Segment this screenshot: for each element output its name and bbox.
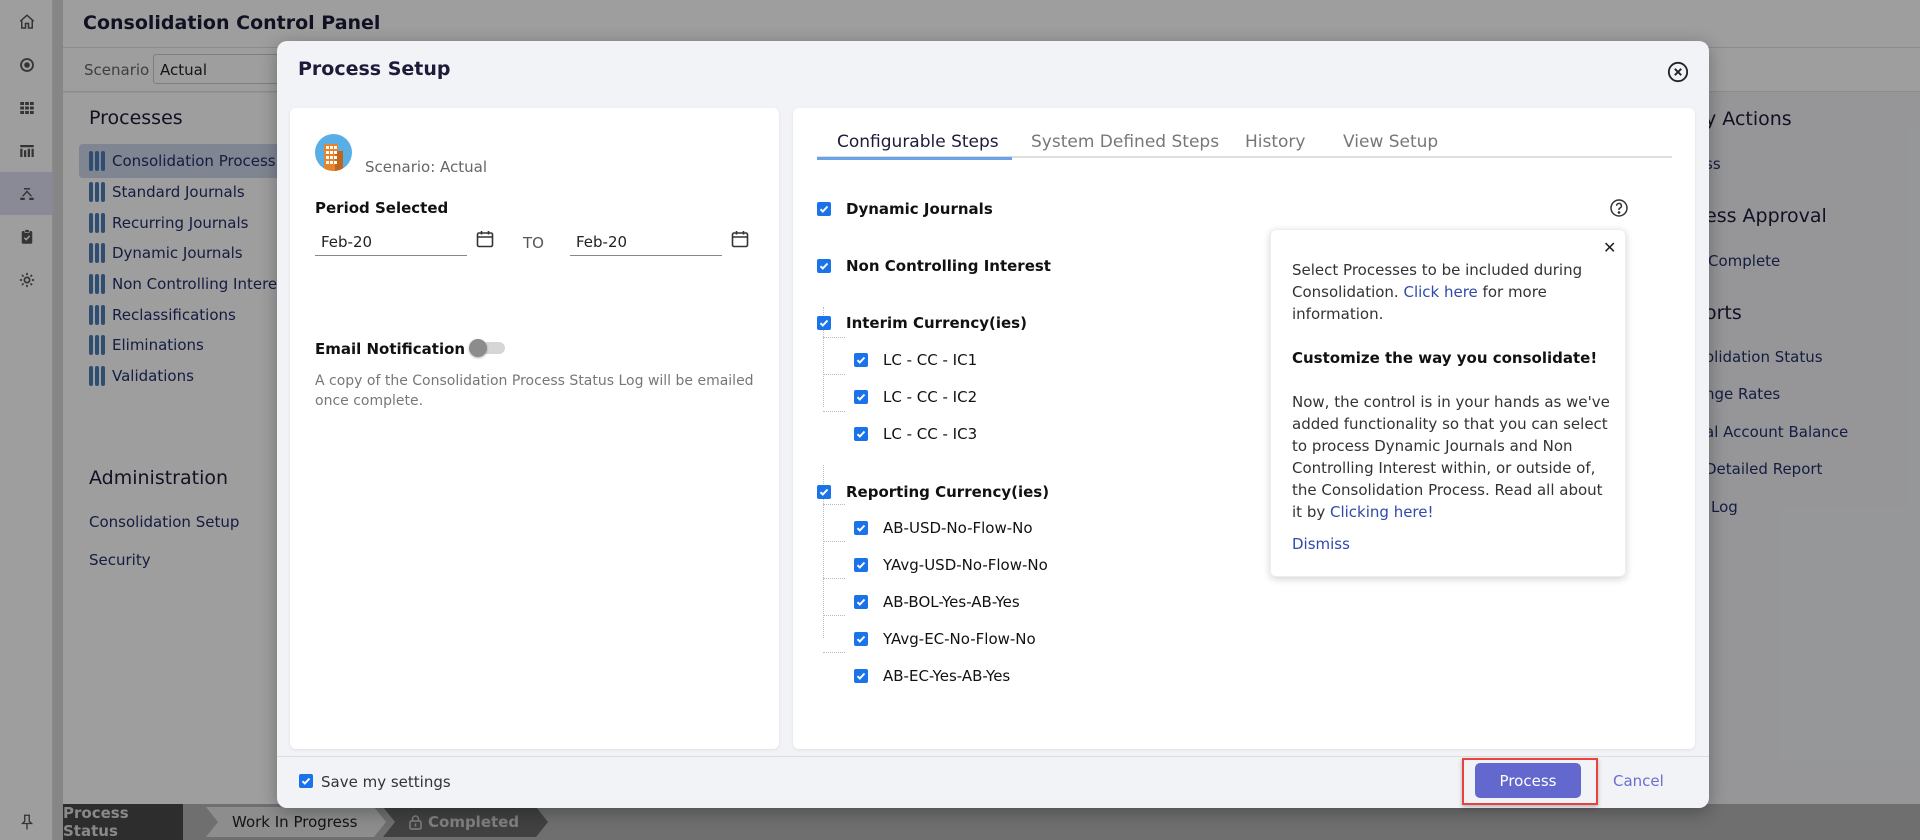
dialog-title: Process Setup: [298, 58, 451, 80]
step-checkbox[interactable]: [817, 202, 831, 216]
period-to-input[interactable]: Feb-20: [570, 228, 722, 256]
calendar-icon[interactable]: [730, 229, 750, 249]
substep-label: LC - CC - IC3: [883, 425, 978, 443]
check-icon: [819, 319, 829, 327]
step-checkbox[interactable]: [817, 259, 831, 273]
tree-line: [823, 541, 845, 542]
dialog-footer: Save my settings Process Cancel: [277, 756, 1709, 808]
help-icon[interactable]: [1609, 198, 1629, 218]
tree-line: [823, 652, 845, 653]
check-icon: [856, 393, 866, 401]
substep-checkbox[interactable]: [854, 595, 868, 609]
save-settings-label: Save my settings: [321, 773, 451, 791]
check-icon: [819, 205, 829, 213]
active-tab-indicator: [817, 157, 1012, 160]
save-settings-checkbox[interactable]: [299, 774, 313, 788]
tree-line: [823, 374, 845, 375]
close-dialog-icon[interactable]: [1667, 61, 1689, 83]
entity-avatar: [315, 134, 352, 171]
check-icon: [856, 672, 866, 680]
period-selected-label: Period Selected: [315, 199, 449, 217]
step-label: Reporting Currency(ies): [846, 483, 1050, 501]
step-checkbox[interactable]: [817, 485, 831, 499]
tree-line: [823, 504, 845, 505]
popover-close-icon[interactable]: ✕: [1603, 238, 1616, 257]
substep-checkbox[interactable]: [854, 669, 868, 683]
popover-text: Now, the control is in your hands as we'…: [1292, 393, 1610, 521]
check-icon: [819, 488, 829, 496]
substep-label: AB-USD-No-Flow-No: [883, 519, 1033, 537]
substep-checkbox[interactable]: [854, 353, 868, 367]
click-here-link[interactable]: Click here: [1403, 283, 1477, 301]
check-icon: [856, 561, 866, 569]
substep-checkbox[interactable]: [854, 390, 868, 404]
check-icon: [856, 524, 866, 532]
step-label: Interim Currency(ies): [846, 314, 1027, 332]
tree-line: [823, 615, 845, 616]
tree-line: [823, 337, 845, 338]
check-icon: [856, 356, 866, 364]
cancel-button[interactable]: Cancel: [1613, 772, 1664, 790]
tab-system-defined-steps[interactable]: System Defined Steps: [1031, 132, 1219, 152]
dismiss-link[interactable]: Dismiss: [1292, 535, 1350, 553]
substep-checkbox[interactable]: [854, 521, 868, 535]
check-icon: [856, 635, 866, 643]
substep-checkbox[interactable]: [854, 558, 868, 572]
clicking-here-link[interactable]: Clicking here!: [1330, 503, 1434, 521]
step-checkbox[interactable]: [817, 316, 831, 330]
toggle-knob: [469, 339, 487, 357]
substep-label: LC - CC - IC1: [883, 351, 978, 369]
step-label: Non Controlling Interest: [846, 257, 1051, 275]
popover-intro: Select Processes to be included during C…: [1292, 259, 1612, 325]
building-icon: [324, 144, 343, 171]
calendar-icon[interactable]: [475, 229, 495, 249]
substep-label: LC - CC - IC2: [883, 388, 978, 406]
steps-tabs: Configurable Steps System Defined Steps …: [817, 124, 1672, 160]
info-popover: ✕ Select Processes to be included during…: [1270, 229, 1626, 577]
process-settings-card: Scenario: Actual Period Selected Feb-20 …: [290, 108, 779, 749]
tab-view-setup[interactable]: View Setup: [1343, 132, 1438, 152]
email-notification-label: Email Notification: [315, 340, 466, 358]
check-icon: [819, 262, 829, 270]
substep-label: YAvg-EC-No-Flow-No: [883, 630, 1036, 648]
step-label: Dynamic Journals: [846, 200, 993, 218]
check-icon: [301, 777, 311, 785]
check-icon: [856, 598, 866, 606]
period-to-label: TO: [523, 234, 544, 252]
popover-heading: Customize the way you consolidate!: [1292, 349, 1598, 367]
popover-body: Now, the control is in your hands as we'…: [1292, 391, 1612, 523]
email-notification-description: A copy of the Consolidation Process Stat…: [315, 373, 754, 409]
period-from-input[interactable]: Feb-20: [315, 228, 467, 256]
tree-line: [823, 411, 845, 412]
process-button[interactable]: Process: [1475, 763, 1581, 798]
email-notification-toggle[interactable]: [469, 339, 507, 357]
substep-checkbox[interactable]: [854, 632, 868, 646]
substep-label: YAvg-USD-No-Flow-No: [883, 556, 1048, 574]
substep-checkbox[interactable]: [854, 427, 868, 441]
tab-configurable-steps[interactable]: Configurable Steps: [837, 132, 999, 152]
substep-label: AB-BOL-Yes-AB-Yes: [883, 593, 1020, 611]
tab-history[interactable]: History: [1245, 132, 1305, 152]
scenario-text: Scenario: Actual: [365, 158, 488, 176]
tree-line: [823, 578, 845, 579]
check-icon: [856, 430, 866, 438]
substep-label: AB-EC-Yes-AB-Yes: [883, 667, 1011, 685]
